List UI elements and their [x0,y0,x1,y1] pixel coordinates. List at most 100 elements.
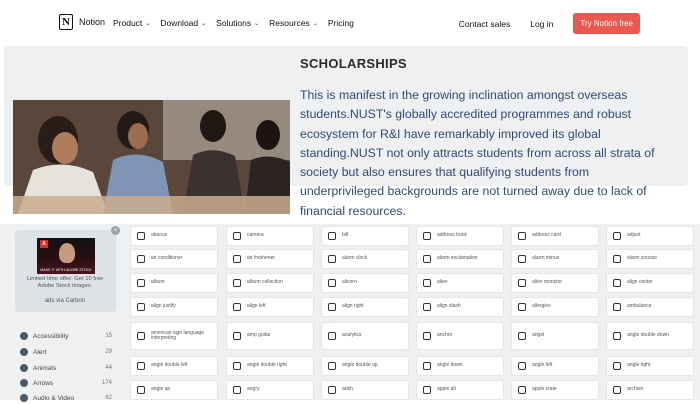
icon-tile[interactable]: alien [416,273,504,293]
air-freshener-icon [233,255,241,263]
icon-tile[interactable]: ankh [321,380,409,400]
icon-tile[interactable]: ambulance [606,297,694,317]
icon-tile[interactable]: align slash [416,297,504,317]
nav-product-label: Product [113,18,143,28]
close-icon[interactable]: × [111,226,120,235]
icon-tile[interactable]: bill [321,226,409,246]
icon-tile[interactable]: angel [511,322,599,350]
apple-alt-icon [423,386,431,394]
align-slash-icon [423,303,431,311]
icon-tile[interactable]: alien monster [511,273,599,293]
icon-tile[interactable]: album collection [226,273,314,293]
icon-tile[interactable]: american sign language interpreting [130,322,218,350]
icon-tile[interactable]: album [130,273,218,293]
american-sign-language-interpreting-icon [137,332,145,340]
category-count: 174 [101,380,112,386]
icon-tile-label: angel [532,332,545,339]
icon-tile-label: apple alt [437,386,456,393]
icon-tile-label: address book [437,232,468,239]
icon-tile[interactable]: analytics [321,322,409,350]
brand[interactable]: N Notion [59,14,105,30]
category-alert[interactable]: Alert 29 [20,346,112,358]
try-free-button[interactable]: Try Notion free [573,13,640,34]
icon-tile[interactable]: angle left [511,356,599,376]
ad-image[interactable]: A MAKE IT WITH ADOBE STOCK [37,238,95,274]
icon-tile[interactable]: adjust [606,226,694,246]
icon-tile-label: align center [627,279,653,286]
apple-crate-icon [518,386,526,394]
icon-tile[interactable]: alarm clock [321,249,409,269]
nav-product[interactable]: Product ⌄ [113,18,150,28]
anchor-icon [423,332,431,340]
icon-tile[interactable]: alicorn [321,273,409,293]
icon-tile[interactable]: allergies [511,297,599,317]
icon-tile[interactable]: air freshener [226,249,314,269]
icon-tile[interactable]: apple alt [416,380,504,400]
icon-tile[interactable]: archive [606,380,694,400]
icon-tile[interactable]: amp guitar [226,322,314,350]
nav-menu: Product ⌄ Download ⌄ Solutions ⌄ Resources ⌄… [113,18,354,28]
icon-tile[interactable]: apple crate [511,380,599,400]
icon-tile[interactable]: align center [606,273,694,293]
ambulance-icon [613,303,621,311]
alicorn-icon [328,279,336,287]
icon-tile[interactable]: angle down [416,356,504,376]
nav-solutions[interactable]: Solutions ⌄ [216,18,259,28]
icon-tile-label: album collection [247,279,283,286]
icon-tile[interactable]: align left [226,297,314,317]
icon-tile[interactable]: angle double down [606,322,694,350]
brand-name: Notion [79,17,106,27]
ad-via-link[interactable]: ads via Carbon [20,298,110,304]
nav-solutions-label: Solutions [216,18,252,28]
contact-sales-link[interactable]: Contact sales [459,19,511,29]
category-label: Animals [33,364,57,372]
icon-tile[interactable]: angle double up [321,356,409,376]
icon-tile-label: align right [342,303,364,310]
align-left-icon [233,303,241,311]
icon-tile-label: align justify [151,303,176,310]
icon-tile[interactable]: alarm exclamation [416,249,504,269]
adjust-icon [613,232,621,240]
icon-tile[interactable]: abacus [130,226,218,246]
ankh-icon [328,386,336,394]
category-accessibility[interactable]: Accessibility 15 [20,330,112,342]
top-navigation: N Notion Product ⌄ Download ⌄ Solutions ⌄ R… [0,0,700,46]
icon-tile[interactable]: anchor [416,322,504,350]
icon-tile[interactable]: angle up [130,380,218,400]
icon-tile[interactable]: alarm minus [511,249,599,269]
alarm-exclamation-icon [423,255,431,263]
chevron-down-icon: ⌄ [312,20,318,27]
icon-tile[interactable]: angle right [606,356,694,376]
icon-tile[interactable]: angle double left [130,356,218,376]
nav-download[interactable]: Download ⌄ [160,18,206,28]
notion-logo-icon: N [59,14,73,30]
icon-tile-label: alarm clock [342,255,368,262]
chevron-down-icon: ⌄ [254,20,260,27]
icon-tile-label: angle double left [151,362,188,369]
album-collection-icon [233,279,241,287]
icon-tile[interactable]: angry [226,380,314,400]
icon-tile[interactable]: align justify [130,297,218,317]
icon-tile[interactable]: address card [511,226,599,246]
address-card-icon [518,232,526,240]
ad-text[interactable]: Limited time offer: Get 10 free Adobe St… [20,276,110,290]
icon-tile[interactable]: address book [416,226,504,246]
login-link[interactable]: Log in [530,19,553,29]
nav-pricing[interactable]: Pricing [328,18,354,28]
angel-icon [518,332,526,340]
students-photo [13,100,290,214]
icon-tile-label: align left [247,303,266,310]
icon-tile-label: alarm minus [532,255,560,262]
nav-resources[interactable]: Resources ⌄ [269,18,318,28]
icon-tile[interactable]: align right [321,297,409,317]
icon-tile-label: angle right [627,362,651,369]
nav-download-label: Download [160,18,199,28]
icon-tile[interactable]: angle double right [226,356,314,376]
category-animals[interactable]: Animals 44 [20,362,112,374]
alarm-snooze-icon [613,255,621,263]
icon-tile[interactable]: camera [226,226,314,246]
category-arrows[interactable]: Arrows 174 [20,377,112,389]
icon-tile[interactable]: alarm snooze [606,249,694,269]
category-audio-video[interactable]: Audio & Video 62 [20,392,112,404]
icon-tile[interactable]: air conditioner [130,249,218,269]
